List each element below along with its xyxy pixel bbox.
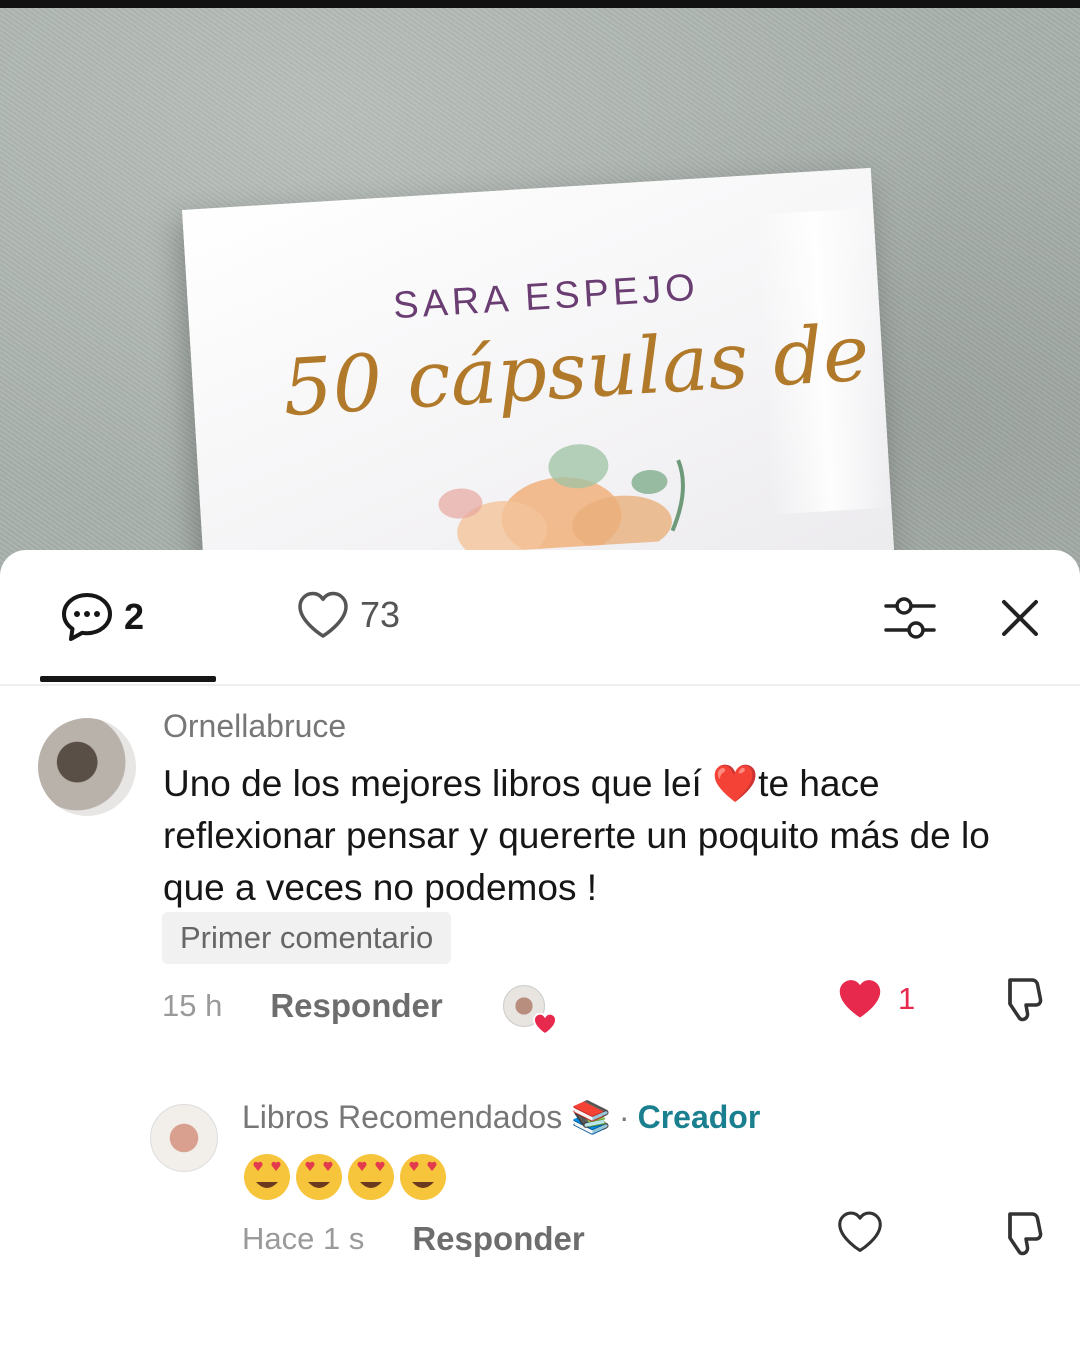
creator-badge: Creador <box>637 1098 761 1135</box>
comments-sheet: 2 73 Ornellabruce Uno de los mejores lib… <box>0 550 1080 1350</box>
active-tab-indicator <box>40 676 216 682</box>
book-cover: SARA ESPEJO 50 cápsulas de <box>182 167 903 600</box>
heart-outline-icon <box>838 1211 882 1253</box>
heart-eyes-emoji-icon <box>348 1154 394 1200</box>
avatar[interactable] <box>150 1104 218 1172</box>
first-comment-badge: Primer comentario <box>162 912 452 964</box>
reply-meta: Hace 1 s Responder <box>242 1220 585 1258</box>
comment-text: Uno de los mejores libros que leí ❤️te h… <box>163 763 990 908</box>
like-count: 1 <box>898 981 916 1016</box>
creator-liked-avatar <box>502 985 557 1036</box>
heart-outline-icon <box>298 591 348 638</box>
comment-meta: 15 h Responder <box>162 985 557 1036</box>
heart-eyes-emoji-icon <box>400 1154 446 1200</box>
floral-illustration <box>438 444 685 561</box>
reply-item: Libros Recomendados 📚 · Creador Hace 1 s… <box>0 1070 1080 1270</box>
separator-dot: · <box>618 1098 630 1135</box>
thumbs-down-icon[interactable] <box>996 976 1044 1024</box>
reply-button[interactable]: Responder <box>270 987 442 1025</box>
heart-filled-icon <box>839 980 881 1018</box>
sheet-header: 2 73 <box>0 550 1080 686</box>
tab-comments[interactable]: 2 <box>60 590 144 644</box>
like-button[interactable] <box>836 1210 884 1254</box>
comment-item: Ornellabruce Uno de los mejores libros q… <box>0 700 1080 1036</box>
comments-count: 2 <box>124 596 145 637</box>
reply-text <box>242 1152 448 1202</box>
heart-eyes-emoji-icon <box>244 1154 290 1200</box>
avatar[interactable] <box>38 718 136 816</box>
heart-eyes-emoji-icon <box>296 1154 342 1200</box>
likes-count: 73 <box>360 594 401 635</box>
like-button[interactable]: 1 <box>836 977 915 1021</box>
comment-time: 15 h <box>162 988 223 1023</box>
reply-username[interactable]: Libros Recomendados 📚 <box>242 1098 611 1136</box>
status-strip <box>0 0 1080 8</box>
book-author: SARA ESPEJO <box>391 266 700 328</box>
close-icon[interactable] <box>996 594 1044 642</box>
comment-username[interactable]: Ornellabruce <box>163 708 346 745</box>
reply-time: Hace 1 s <box>242 1221 365 1256</box>
reply-username-row: Libros Recomendados 📚 · Creador <box>242 1098 760 1136</box>
mini-heart-icon <box>532 1012 557 1036</box>
tab-likes[interactable]: 73 <box>296 590 400 640</box>
thumbs-down-icon[interactable] <box>996 1210 1044 1258</box>
sliders-icon[interactable] <box>884 594 936 642</box>
comment-bubble-icon <box>62 593 112 641</box>
post-photo: SARA ESPEJO 50 cápsulas de <box>0 0 1080 600</box>
reply-button[interactable]: Responder <box>412 1220 584 1258</box>
